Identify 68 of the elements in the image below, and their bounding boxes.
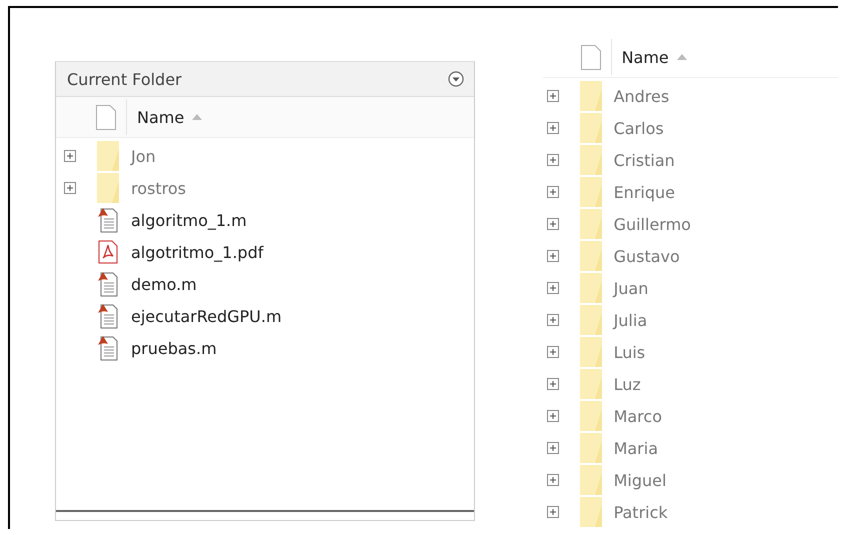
folder-icon: [580, 145, 602, 175]
folder-icon: [580, 113, 602, 143]
folder-icon: [580, 241, 602, 271]
column-header[interactable]: Name: [542, 37, 838, 78]
file-name[interactable]: rostros: [131, 178, 186, 198]
sort-arrow-icon: [676, 54, 687, 60]
folder-name[interactable]: Maria: [614, 438, 658, 458]
folder-name[interactable]: Cristian: [614, 150, 675, 170]
expand-icon[interactable]: [546, 474, 559, 486]
folder-icon: [580, 497, 602, 527]
expand-icon[interactable]: [546, 346, 559, 358]
expand-icon[interactable]: [546, 122, 559, 134]
folder-name[interactable]: Guillermo: [614, 214, 691, 234]
expand-icon[interactable]: [546, 90, 559, 102]
folder-name[interactable]: Carlos: [614, 118, 664, 138]
file-name[interactable]: demo.m: [131, 274, 197, 294]
dropdown-icon[interactable]: [448, 71, 464, 87]
folder-icon: [580, 177, 602, 207]
pdf-file-icon: [98, 240, 118, 264]
expand-icon[interactable]: [64, 150, 76, 162]
folder-icon: [580, 81, 602, 111]
folder-name[interactable]: Miguel: [614, 470, 666, 490]
expand-icon[interactable]: [546, 442, 559, 454]
folder-name[interactable]: Luis: [614, 342, 646, 362]
sort-arrow-icon: [192, 114, 202, 120]
expand-icon[interactable]: [546, 506, 559, 518]
script-file-icon: [97, 207, 119, 233]
folder-icon: [97, 141, 119, 171]
script-file-icon: [97, 335, 119, 361]
expand-icon[interactable]: [546, 218, 559, 230]
column-header[interactable]: Name: [56, 97, 474, 138]
folder-icon: [580, 465, 602, 495]
panel-title: Current Folder: [67, 70, 182, 88]
expand-icon[interactable]: [64, 182, 76, 194]
folder-icon: [580, 401, 602, 431]
expand-icon[interactable]: [546, 410, 559, 422]
expand-icon[interactable]: [546, 186, 559, 198]
folder-name[interactable]: Luz: [614, 374, 641, 394]
script-file-icon: [97, 303, 119, 329]
expand-icon[interactable]: [546, 250, 559, 262]
folder-name[interactable]: Marco: [614, 406, 662, 426]
folder-icon: [580, 369, 602, 399]
folder-name[interactable]: Andres: [614, 86, 670, 106]
column-title: Name: [137, 108, 184, 126]
file-name[interactable]: pruebas.m: [131, 338, 217, 358]
expand-icon[interactable]: [546, 282, 559, 294]
folder-name[interactable]: Juan: [614, 278, 648, 298]
column-title: Name: [622, 48, 669, 66]
folder-name[interactable]: Enrique: [614, 182, 675, 202]
expand-icon[interactable]: [546, 154, 559, 166]
file-name[interactable]: ejecutarRedGPU.m: [131, 306, 282, 326]
folder-icon: [580, 337, 602, 367]
file-icon: [580, 44, 601, 70]
folder-icon: [580, 209, 602, 239]
file-name[interactable]: algotritmo_1.pdf: [131, 242, 264, 262]
folder-name[interactable]: Patrick: [614, 502, 668, 522]
folder-icon: [580, 433, 602, 463]
script-file-icon: [97, 271, 119, 297]
folder-icon: [580, 273, 602, 303]
folder-name[interactable]: Julia: [614, 310, 648, 330]
file-name[interactable]: Jon: [131, 146, 156, 166]
expand-icon[interactable]: [546, 378, 559, 390]
folder-icon: [580, 305, 602, 335]
expand-icon[interactable]: [546, 314, 559, 326]
file-icon: [96, 104, 116, 130]
file-name[interactable]: algoritmo_1.m: [131, 210, 247, 230]
folder-name[interactable]: Gustavo: [614, 246, 680, 266]
folder-icon: [97, 173, 119, 203]
